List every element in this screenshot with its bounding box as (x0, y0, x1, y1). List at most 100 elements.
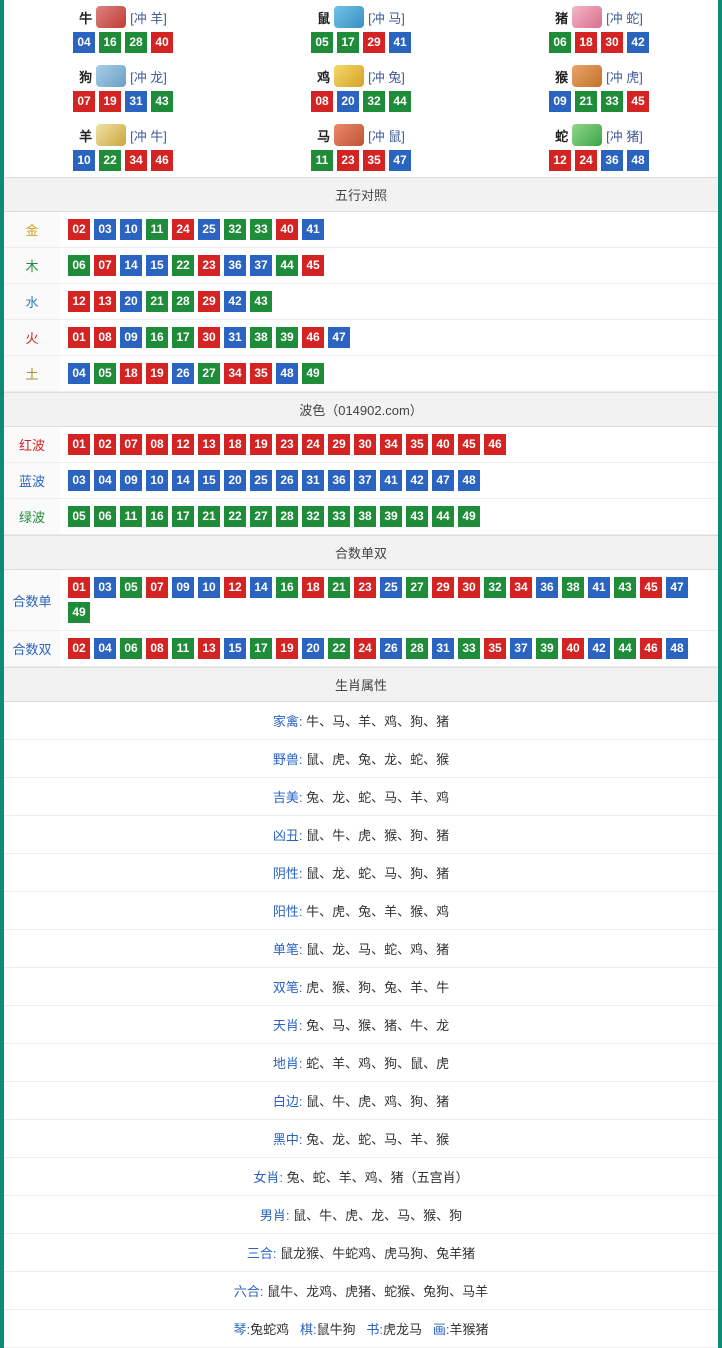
number-41: 41 (380, 470, 402, 491)
zodiac-icon-鸡 (334, 65, 364, 87)
row-nums: 0102070812131819232429303435404546 (60, 427, 718, 463)
number-32: 32 (302, 506, 324, 527)
number-23: 23 (354, 577, 376, 598)
number-20: 20 (302, 638, 324, 659)
qin-val: 鼠牛狗 (317, 1322, 356, 1337)
shuxing-row: 女肖: 兔、蛇、羊、鸡、猪（五宫肖） (4, 1158, 718, 1196)
number-03: 03 (68, 470, 90, 491)
number-39: 39 (276, 327, 298, 348)
number-29: 29 (198, 291, 220, 312)
number-16: 16 (99, 32, 121, 53)
number-49: 49 (458, 506, 480, 527)
zodiac-icon-蛇 (572, 124, 602, 146)
number-07: 07 (120, 434, 142, 455)
shuxing-row: 阴性: 鼠、龙、蛇、马、狗、猪 (4, 854, 718, 892)
number-38: 38 (354, 506, 376, 527)
number-09: 09 (549, 91, 571, 112)
zodiac-cell-鼠: 鼠[冲 马]05172941 (242, 0, 480, 59)
number-08: 08 (146, 434, 168, 455)
shuxing-key: 阳性: (273, 904, 303, 919)
shuxing-row: 白边: 鼠、牛、虎、鸡、狗、猪 (4, 1082, 718, 1120)
number-02: 02 (68, 638, 90, 659)
number-26: 26 (380, 638, 402, 659)
qin-key: 棋: (289, 1322, 316, 1337)
number-27: 27 (198, 363, 220, 384)
zodiac-clash: [冲 蛇] (606, 8, 643, 27)
number-10: 10 (146, 470, 168, 491)
number-06: 06 (120, 638, 142, 659)
shuxing-val: 兔、龙、蛇、马、羊、猴 (303, 1132, 450, 1147)
zodiac-name: 蛇 (555, 126, 568, 145)
shuxing-row: 男肖: 鼠、牛、虎、龙、马、猴、狗 (4, 1196, 718, 1234)
number-01: 01 (68, 327, 90, 348)
row-label-红波: 红波 (4, 427, 60, 463)
row-label-土: 土 (4, 356, 60, 392)
number-05: 05 (68, 506, 90, 527)
number-18: 18 (575, 32, 597, 53)
number-15: 15 (224, 638, 246, 659)
number-39: 39 (536, 638, 558, 659)
shuxing-list: 家禽: 牛、马、羊、鸡、狗、猪野兽: 鼠、虎、兔、龙、蛇、猴吉美: 兔、龙、蛇、… (4, 702, 718, 1310)
number-39: 39 (380, 506, 402, 527)
row-label-绿波: 绿波 (4, 499, 60, 535)
number-35: 35 (250, 363, 272, 384)
number-05: 05 (120, 577, 142, 598)
shuxing-row: 吉美: 兔、龙、蛇、马、羊、鸡 (4, 778, 718, 816)
row-label-火: 火 (4, 320, 60, 356)
shuxing-key: 男肖: (260, 1208, 290, 1223)
number-33: 33 (458, 638, 480, 659)
zodiac-clash: [冲 鼠] (368, 126, 405, 145)
number-13: 13 (94, 291, 116, 312)
zodiac-cell-鸡: 鸡[冲 兔]08203244 (242, 59, 480, 118)
number-40: 40 (432, 434, 454, 455)
row-nums: 06071415222336374445 (60, 248, 718, 284)
number-31: 31 (432, 638, 454, 659)
shuxing-key: 黑中: (273, 1132, 303, 1147)
number-29: 29 (363, 32, 385, 53)
number-44: 44 (389, 91, 411, 112)
number-24: 24 (354, 638, 376, 659)
table-row: 金02031011242532334041 (4, 212, 718, 248)
number-33: 33 (601, 91, 623, 112)
table-row: 红波0102070812131819232429303435404546 (4, 427, 718, 463)
shuxing-val: 虎、猴、狗、兔、羊、牛 (303, 980, 450, 995)
number-25: 25 (250, 470, 272, 491)
zodiac-clash: [冲 龙] (130, 67, 167, 86)
number-33: 33 (250, 219, 272, 240)
shuxing-key: 凶丑: (273, 828, 303, 843)
number-37: 37 (250, 255, 272, 276)
number-34: 34 (510, 577, 532, 598)
number-42: 42 (224, 291, 246, 312)
number-17: 17 (172, 327, 194, 348)
number-32: 32 (224, 219, 246, 240)
shuxing-key: 双笔: (273, 980, 303, 995)
number-14: 14 (120, 255, 142, 276)
table-row: 合数双0204060811131517192022242628313335373… (4, 631, 718, 667)
zodiac-clash: [冲 猪] (606, 126, 643, 145)
shuxing-val: 鼠、牛、虎、龙、马、猴、狗 (290, 1208, 463, 1223)
shuxing-key: 阴性: (273, 866, 303, 881)
zodiac-cell-猴: 猴[冲 虎]09213345 (480, 59, 718, 118)
number-37: 37 (354, 470, 376, 491)
number-21: 21 (328, 577, 350, 598)
number-04: 04 (94, 470, 116, 491)
number-15: 15 (146, 255, 168, 276)
number-27: 27 (250, 506, 272, 527)
number-29: 29 (432, 577, 454, 598)
number-47: 47 (328, 327, 350, 348)
qin-val: 羊猴猪 (450, 1322, 489, 1337)
section-header-bose: 波色（014902.com） (4, 392, 718, 427)
shuxing-key: 家禽: (273, 714, 303, 729)
number-46: 46 (484, 434, 506, 455)
number-33: 33 (328, 506, 350, 527)
shuxing-row: 三合: 鼠龙猴、牛蛇鸡、虎马狗、兔羊猪 (4, 1234, 718, 1272)
number-20: 20 (337, 91, 359, 112)
zodiac-icon-马 (334, 124, 364, 146)
number-01: 01 (68, 434, 90, 455)
number-48: 48 (627, 150, 649, 171)
number-30: 30 (601, 32, 623, 53)
table-row: 土04051819262734354849 (4, 356, 718, 392)
shuxing-row: 黑中: 兔、龙、蛇、马、羊、猴 (4, 1120, 718, 1158)
number-43: 43 (614, 577, 636, 598)
number-44: 44 (614, 638, 636, 659)
